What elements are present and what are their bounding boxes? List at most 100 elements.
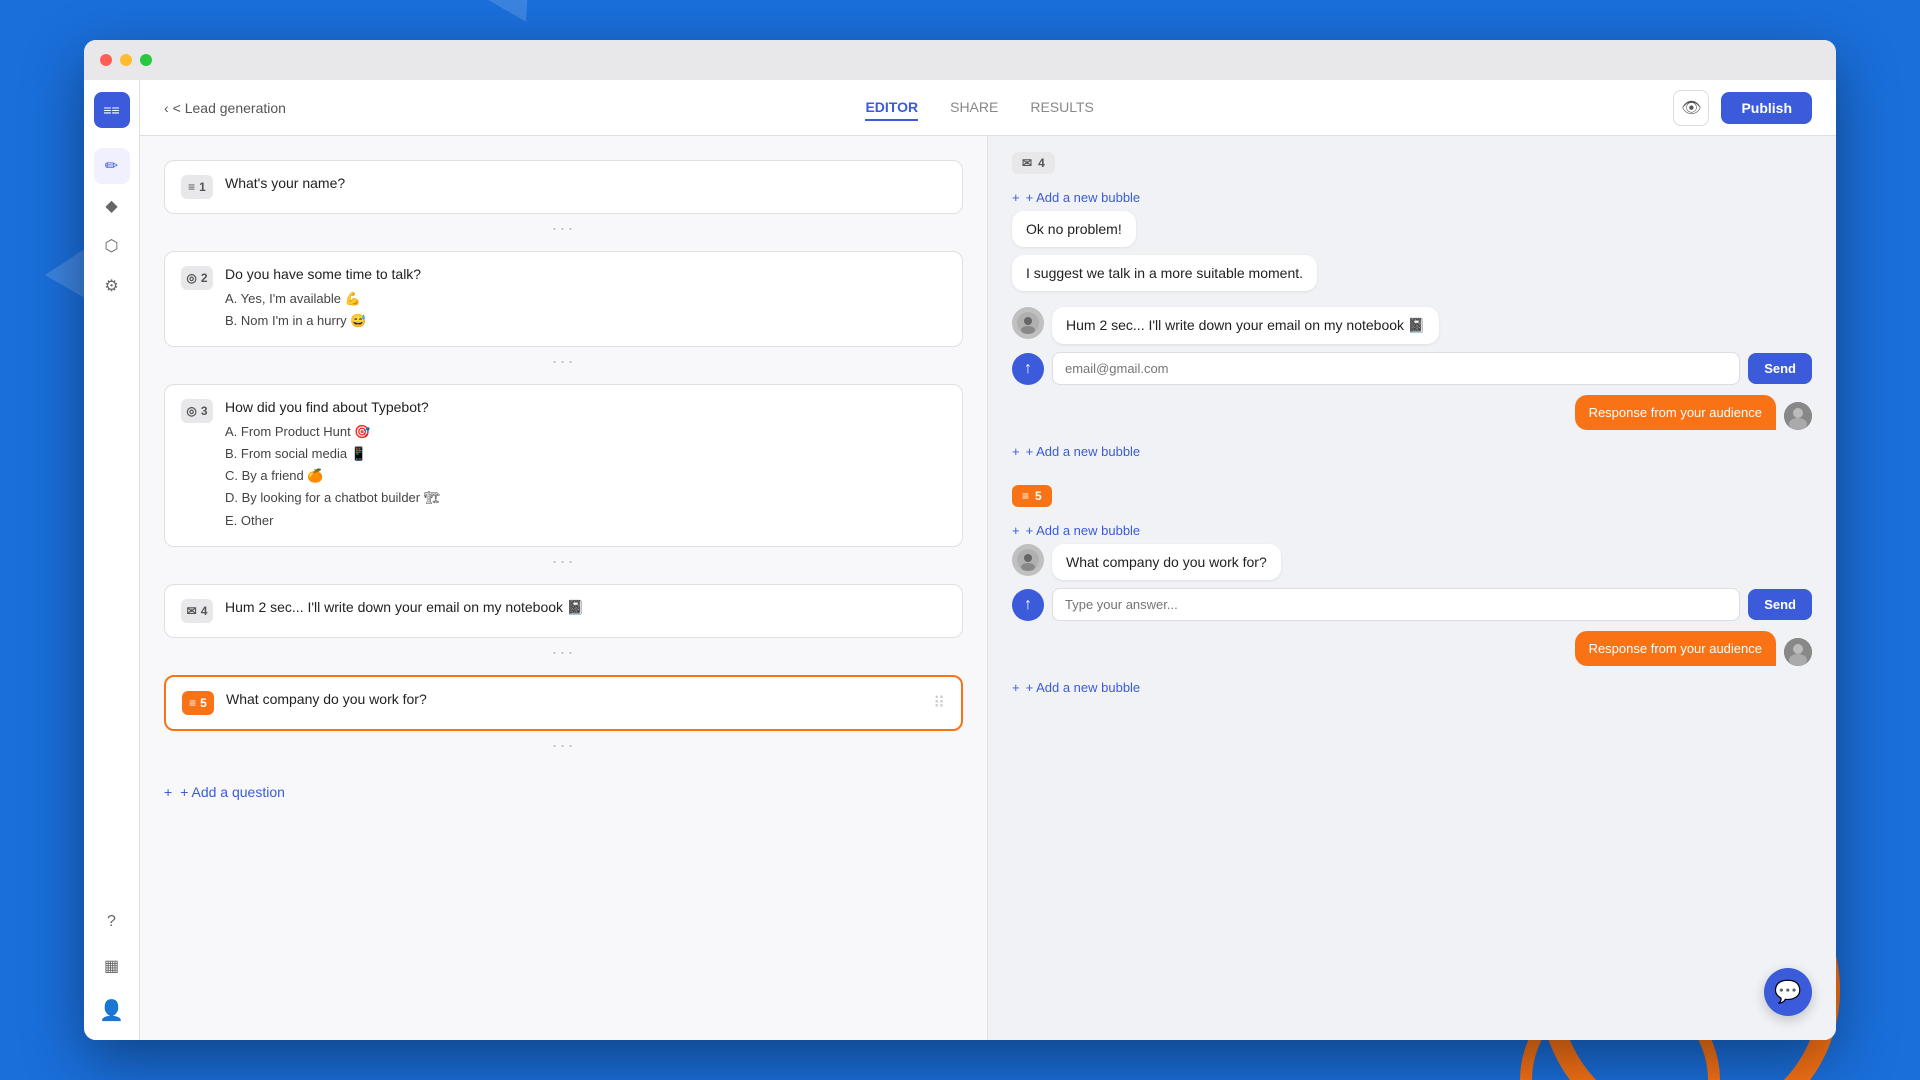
text-preview-icon: ≡: [1022, 489, 1029, 503]
sidebar-item-help[interactable]: ?: [94, 904, 130, 940]
q3-option-d: D. By looking for a chatbot builder 🏗: [225, 487, 946, 509]
q3-option-b: B. From social media 📱: [225, 443, 946, 465]
q5-more-menu[interactable]: ···: [164, 731, 963, 760]
back-button[interactable]: ‹ < Lead generation: [164, 100, 286, 116]
eye-icon: 👁: [1681, 98, 1701, 118]
preview-badge-5: ≡ 5: [1012, 485, 1052, 507]
add-bubble-btn-5b[interactable]: + + Add a new bubble: [1012, 674, 1812, 701]
send-avatar-5: ↑: [1012, 589, 1044, 621]
send-button-4[interactable]: Send: [1748, 353, 1812, 384]
q3-option-a: A. From Product Hunt 🎯: [225, 421, 946, 443]
add-question-button[interactable]: + + Add a question: [164, 776, 963, 808]
q3-text: How did you find about Typebot?: [225, 399, 946, 415]
question-card-2[interactable]: ◎ 2 Do you have some time to talk? A. Ye…: [164, 251, 963, 347]
preview-block-4: ✉ 4 + + Add a new bubble Ok no problem! …: [1012, 152, 1812, 465]
question-card-4[interactable]: ✉ 4 Hum 2 sec... I'll write down your em…: [164, 584, 963, 638]
q4-more-menu[interactable]: ···: [164, 638, 963, 667]
bubble-suggest: I suggest we talk in a more suitable mom…: [1012, 255, 1317, 291]
publish-button[interactable]: Publish: [1721, 92, 1812, 124]
add-bubble-label-5a: + Add a new bubble: [1026, 523, 1141, 538]
close-dot[interactable]: [100, 54, 112, 66]
email-input[interactable]: [1052, 352, 1740, 385]
logo-icon: ≡≡: [103, 102, 119, 118]
q4-text: Hum 2 sec... I'll write down your email …: [225, 599, 946, 616]
editor-pane: ≡ 1 What's your name? ···: [140, 136, 988, 1040]
add-question-label: + Add a question: [180, 784, 285, 800]
add-bubble-label-4b: + Add a new bubble: [1026, 444, 1141, 459]
sidebar-item-settings[interactable]: ⚙: [94, 268, 130, 304]
audience-response-5: Response from your audience: [1575, 631, 1776, 666]
titlebar: [84, 40, 1836, 80]
q-badge-3: ◎ 3: [181, 399, 213, 423]
header-nav: EDITOR SHARE RESULTS: [302, 95, 1658, 121]
preview-badge-4: ✉ 4: [1012, 152, 1055, 174]
bot-avatar-5: [1012, 544, 1044, 576]
maximize-dot[interactable]: [140, 54, 152, 66]
email-icon-4: ✉: [187, 604, 197, 618]
add-question-icon: +: [164, 784, 172, 800]
add-bubble-icon-4a: +: [1012, 190, 1020, 205]
user-avatar-5: [1784, 638, 1812, 666]
q3-more-menu[interactable]: ···: [164, 547, 963, 576]
email-preview-icon: ✉: [1022, 156, 1032, 170]
add-bubble-btn-4a[interactable]: + + Add a new bubble: [1012, 184, 1812, 211]
drag-handle[interactable]: ⠿: [933, 693, 945, 713]
q-badge-2: ◎ 2: [181, 266, 213, 290]
q3-option-e: E. Other: [225, 510, 946, 532]
audience-row-5: Response from your audience: [1012, 631, 1812, 666]
minimize-dot[interactable]: [120, 54, 132, 66]
q3-option-c: C. By a friend 🍊: [225, 465, 946, 487]
send-button-5[interactable]: Send: [1748, 589, 1812, 620]
sidebar-item-brain[interactable]: ⬡: [94, 228, 130, 264]
q2-text: Do you have some time to talk?: [225, 266, 946, 282]
choice-icon: ◎: [186, 271, 196, 285]
add-bubble-btn-5a[interactable]: + + Add a new bubble: [1012, 517, 1812, 544]
question-block-2: ◎ 2 Do you have some time to talk? A. Ye…: [164, 251, 963, 376]
back-icon: ‹: [164, 100, 169, 116]
board-icon: ▦: [104, 956, 119, 976]
q2-more-menu[interactable]: ···: [164, 347, 963, 376]
question-block-5: ≡ 5 What company do you work for? ⠿ ···: [164, 675, 963, 760]
bot-message-4: Hum 2 sec... I'll write down your email …: [1012, 307, 1812, 344]
add-bubble-btn-4b[interactable]: + + Add a new bubble: [1012, 438, 1812, 465]
bot-msg-5-text: What company do you work for?: [1052, 544, 1281, 580]
help-icon: ?: [107, 913, 116, 931]
q2-options: A. Yes, I'm available 💪 B. Nom I'm in a …: [225, 288, 946, 332]
question-card-3[interactable]: ◎ 3 How did you find about Typebot? A. F…: [164, 384, 963, 546]
q1-more-menu[interactable]: ···: [164, 214, 963, 243]
sidebar-item-avatar[interactable]: 👤: [94, 992, 130, 1028]
project-title: < Lead generation: [173, 100, 286, 116]
choice-icon-3: ◎: [186, 404, 196, 418]
sidebar-item-drop[interactable]: ◆: [94, 188, 130, 224]
edit-icon: ✏: [105, 156, 118, 176]
chat-support-button[interactable]: 💬: [1764, 968, 1812, 1016]
answer-input[interactable]: [1052, 588, 1740, 621]
sidebar-item-edit[interactable]: ✏: [94, 148, 130, 184]
bubble-ok-no-problem: Ok no problem!: [1012, 211, 1136, 247]
audience-row-4: Response from your audience: [1012, 395, 1812, 430]
q-badge-1: ≡ 1: [181, 175, 213, 199]
add-bubble-icon-5a: +: [1012, 523, 1020, 538]
question-card-5[interactable]: ≡ 5 What company do you work for? ⠿: [164, 675, 963, 731]
q-badge-4: ✉ 4: [181, 599, 213, 623]
icon-sidebar: ≡≡ ✏ ◆ ⬡ ⚙ ? ▦: [84, 80, 140, 1040]
sidebar-logo[interactable]: ≡≡: [94, 92, 130, 128]
add-bubble-label-5b: + Add a new bubble: [1026, 680, 1141, 695]
question-block-4: ✉ 4 Hum 2 sec... I'll write down your em…: [164, 584, 963, 667]
tab-results[interactable]: RESULTS: [1030, 95, 1094, 121]
q5-text: What company do you work for?: [226, 691, 921, 707]
question-block-1: ≡ 1 What's your name? ···: [164, 160, 963, 243]
question-block-3: ◎ 3 How did you find about Typebot? A. F…: [164, 384, 963, 575]
preview-block-5: ≡ 5 + + Add a new bubble: [1012, 485, 1812, 701]
question-card-1[interactable]: ≡ 1 What's your name?: [164, 160, 963, 214]
sidebar-item-board[interactable]: ▦: [94, 948, 130, 984]
add-bubble-icon-4b: +: [1012, 444, 1020, 459]
preview-button[interactable]: 👁: [1673, 90, 1709, 126]
bot-message-5: What company do you work for?: [1012, 544, 1812, 580]
tab-share[interactable]: SHARE: [950, 95, 998, 121]
user-avatar-icon: 👤: [99, 998, 124, 1023]
app-window: ≡≡ ✏ ◆ ⬡ ⚙ ? ▦: [84, 40, 1836, 1040]
tab-editor[interactable]: EDITOR: [865, 95, 918, 121]
settings-icon: ⚙: [104, 276, 118, 296]
q1-text: What's your name?: [225, 175, 946, 191]
